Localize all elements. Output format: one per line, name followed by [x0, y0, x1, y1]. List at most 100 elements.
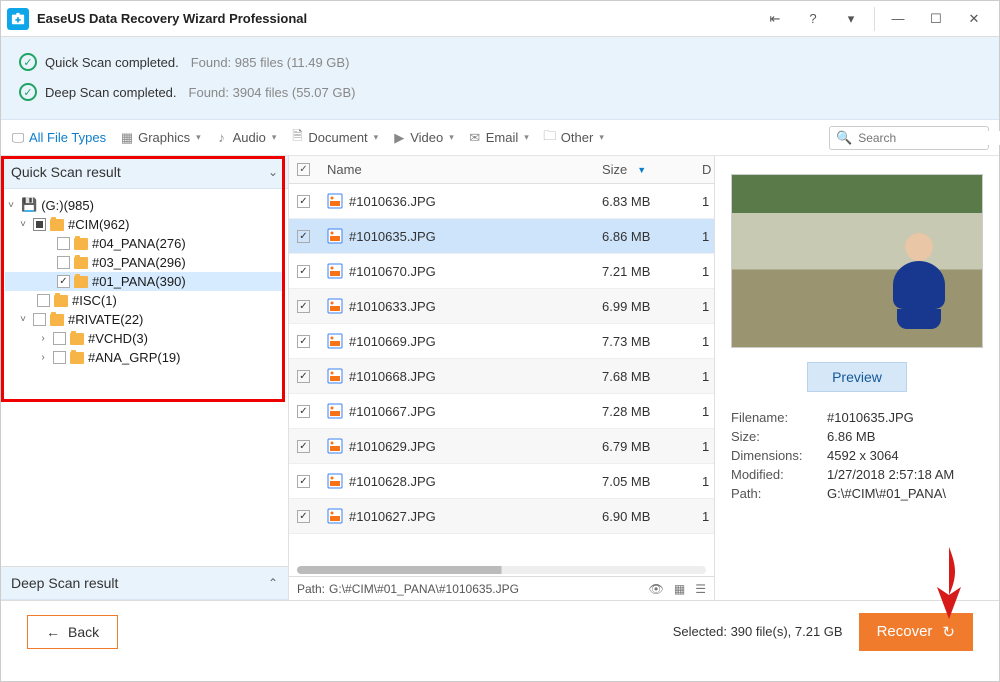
checkbox[interactable]: [33, 313, 46, 326]
deep-scan-result-header[interactable]: Deep Scan result ⌃: [1, 566, 288, 600]
tree-node-vchd[interactable]: ›#VCHD(3): [5, 329, 284, 348]
tree-node-pana04[interactable]: #04_PANA(276): [5, 234, 284, 253]
tree-node-rivate[interactable]: ˅#RIVATE(22): [5, 310, 284, 329]
preview-button[interactable]: Preview: [807, 362, 907, 392]
title-bar: EaseUS Data Recovery Wizard Professional…: [1, 1, 999, 37]
table-row[interactable]: ✓#1010633.JPG6.99 MB1: [289, 289, 714, 324]
checkbox[interactable]: [57, 256, 70, 269]
meta-filename-value: #1010635.JPG: [827, 410, 983, 425]
maximize-button[interactable]: ☐: [917, 5, 955, 33]
collapse-icon[interactable]: ˅: [17, 314, 29, 325]
tree-node-pana03[interactable]: #03_PANA(296): [5, 253, 284, 272]
meta-size-key: Size:: [731, 429, 827, 444]
filter-audio[interactable]: ♪Audio▾: [215, 130, 277, 145]
table-row[interactable]: ✓#1010669.JPG7.73 MB1: [289, 324, 714, 359]
tree-node-isc[interactable]: #ISC(1): [5, 291, 284, 310]
help-icon[interactable]: ?: [794, 5, 832, 33]
row-checkbox[interactable]: ✓: [297, 405, 310, 418]
quick-scan-label: Quick Scan completed.: [45, 55, 179, 70]
file-name: #1010670.JPG: [349, 264, 436, 279]
eye-icon[interactable]: 👁: [649, 582, 664, 596]
file-d: 1: [694, 229, 714, 244]
quick-scan-found: Found: 985 files (11.49 GB): [191, 55, 350, 70]
meta-dims-value: 4592 x 3064: [827, 448, 983, 463]
row-checkbox[interactable]: ✓: [297, 195, 310, 208]
tree-node-pana01[interactable]: ✓#01_PANA(390): [5, 272, 284, 291]
row-checkbox[interactable]: ✓: [297, 230, 310, 243]
row-checkbox[interactable]: ✓: [297, 265, 310, 278]
grid-view-icon[interactable]: ▦: [674, 582, 685, 596]
chevron-up-icon: ⌃: [268, 576, 278, 590]
filter-email[interactable]: ✉Email▾: [468, 130, 529, 145]
table-row[interactable]: ✓#1010670.JPG7.21 MB1: [289, 254, 714, 289]
file-d: 1: [694, 439, 714, 454]
table-row[interactable]: ✓#1010629.JPG6.79 MB1: [289, 429, 714, 464]
file-name: #1010633.JPG: [349, 299, 436, 314]
chevron-down-icon: ▾: [599, 132, 604, 143]
folder-icon: 🗀: [543, 132, 557, 144]
horizontal-scrollbar[interactable]: [297, 566, 706, 574]
quick-scan-result-header[interactable]: Quick Scan result ⌄: [1, 156, 288, 189]
filter-video-label: Video: [410, 130, 443, 145]
jpg-file-icon: [327, 438, 343, 454]
filter-video[interactable]: ▶Video▾: [392, 130, 454, 145]
tree-node-cim[interactable]: ˅#CIM(962): [5, 215, 284, 234]
music-note-icon: ♪: [215, 132, 229, 144]
search-field[interactable]: 🔍: [829, 126, 989, 150]
filter-document[interactable]: 🗎Document▾: [290, 130, 378, 145]
file-list-body[interactable]: ✓#1010636.JPG6.83 MB1✓#1010635.JPG6.86 M…: [289, 184, 714, 566]
check-circle-icon: ✓: [19, 53, 37, 71]
tree-node-drive[interactable]: ˅💾(G:)(985): [5, 195, 284, 215]
row-checkbox[interactable]: ✓: [297, 475, 310, 488]
table-row[interactable]: ✓#1010667.JPG7.28 MB1: [289, 394, 714, 429]
table-row[interactable]: ✓#1010636.JPG6.83 MB1: [289, 184, 714, 219]
filter-other[interactable]: 🗀Other▾: [543, 130, 604, 145]
back-button[interactable]: ← Back: [27, 615, 118, 649]
collapse-icon[interactable]: ˅: [17, 219, 29, 230]
filter-graphics[interactable]: ▦Graphics▾: [120, 130, 201, 145]
search-input[interactable]: [858, 131, 1000, 145]
checkbox-checked[interactable]: ✓: [57, 275, 70, 288]
refresh-icon: ↻: [942, 623, 955, 641]
table-row[interactable]: ✓#1010628.JPG7.05 MB1: [289, 464, 714, 499]
collapse-icon[interactable]: ˅: [5, 200, 17, 211]
file-d: 1: [694, 264, 714, 279]
export-icon[interactable]: ⇤: [756, 5, 794, 33]
tree-node-anagrp[interactable]: ›#ANA_GRP(19): [5, 348, 284, 367]
row-checkbox[interactable]: ✓: [297, 300, 310, 313]
column-size[interactable]: Size▼: [594, 162, 694, 177]
file-name: #1010636.JPG: [349, 194, 436, 209]
checkbox[interactable]: [37, 294, 50, 307]
row-checkbox[interactable]: ✓: [297, 370, 310, 383]
expand-icon[interactable]: ›: [37, 333, 49, 344]
list-view-icon[interactable]: ☰: [695, 582, 706, 596]
close-button[interactable]: ✕: [955, 5, 993, 33]
table-row[interactable]: ✓#1010627.JPG6.90 MB1: [289, 499, 714, 534]
checkbox[interactable]: [57, 237, 70, 250]
filter-all-label: All File Types: [29, 130, 106, 145]
table-row[interactable]: ✓#1010635.JPG6.86 MB1: [289, 219, 714, 254]
table-row[interactable]: ✓#1010668.JPG7.68 MB1: [289, 359, 714, 394]
row-checkbox[interactable]: ✓: [297, 335, 310, 348]
checkbox[interactable]: [53, 332, 66, 345]
select-all-checkbox[interactable]: ✓: [297, 163, 310, 176]
minimize-button[interactable]: —: [879, 5, 917, 33]
expand-icon[interactable]: ›: [37, 352, 49, 363]
recover-label: Recover: [877, 623, 933, 640]
column-name[interactable]: Name: [319, 162, 594, 177]
checkbox[interactable]: [53, 351, 66, 364]
checkbox-partial[interactable]: [33, 218, 46, 231]
column-date[interactable]: D: [694, 162, 714, 177]
file-d: 1: [694, 194, 714, 209]
row-checkbox[interactable]: ✓: [297, 510, 310, 523]
deep-scan-status: ✓ Deep Scan completed. Found: 3904 files…: [19, 77, 981, 107]
deep-scan-result-label: Deep Scan result: [11, 575, 118, 591]
meta-dims-key: Dimensions:: [731, 448, 827, 463]
filter-all-types[interactable]: 🖵 All File Types: [11, 130, 106, 145]
row-checkbox[interactable]: ✓: [297, 440, 310, 453]
menu-dropdown-icon[interactable]: ▾: [832, 5, 870, 33]
folder-icon: [74, 276, 88, 288]
folder-tree[interactable]: ˅💾(G:)(985) ˅#CIM(962) #04_PANA(276) #03…: [1, 189, 288, 566]
recover-button[interactable]: Recover ↻: [859, 613, 973, 651]
meta-size-value: 6.86 MB: [827, 429, 983, 444]
